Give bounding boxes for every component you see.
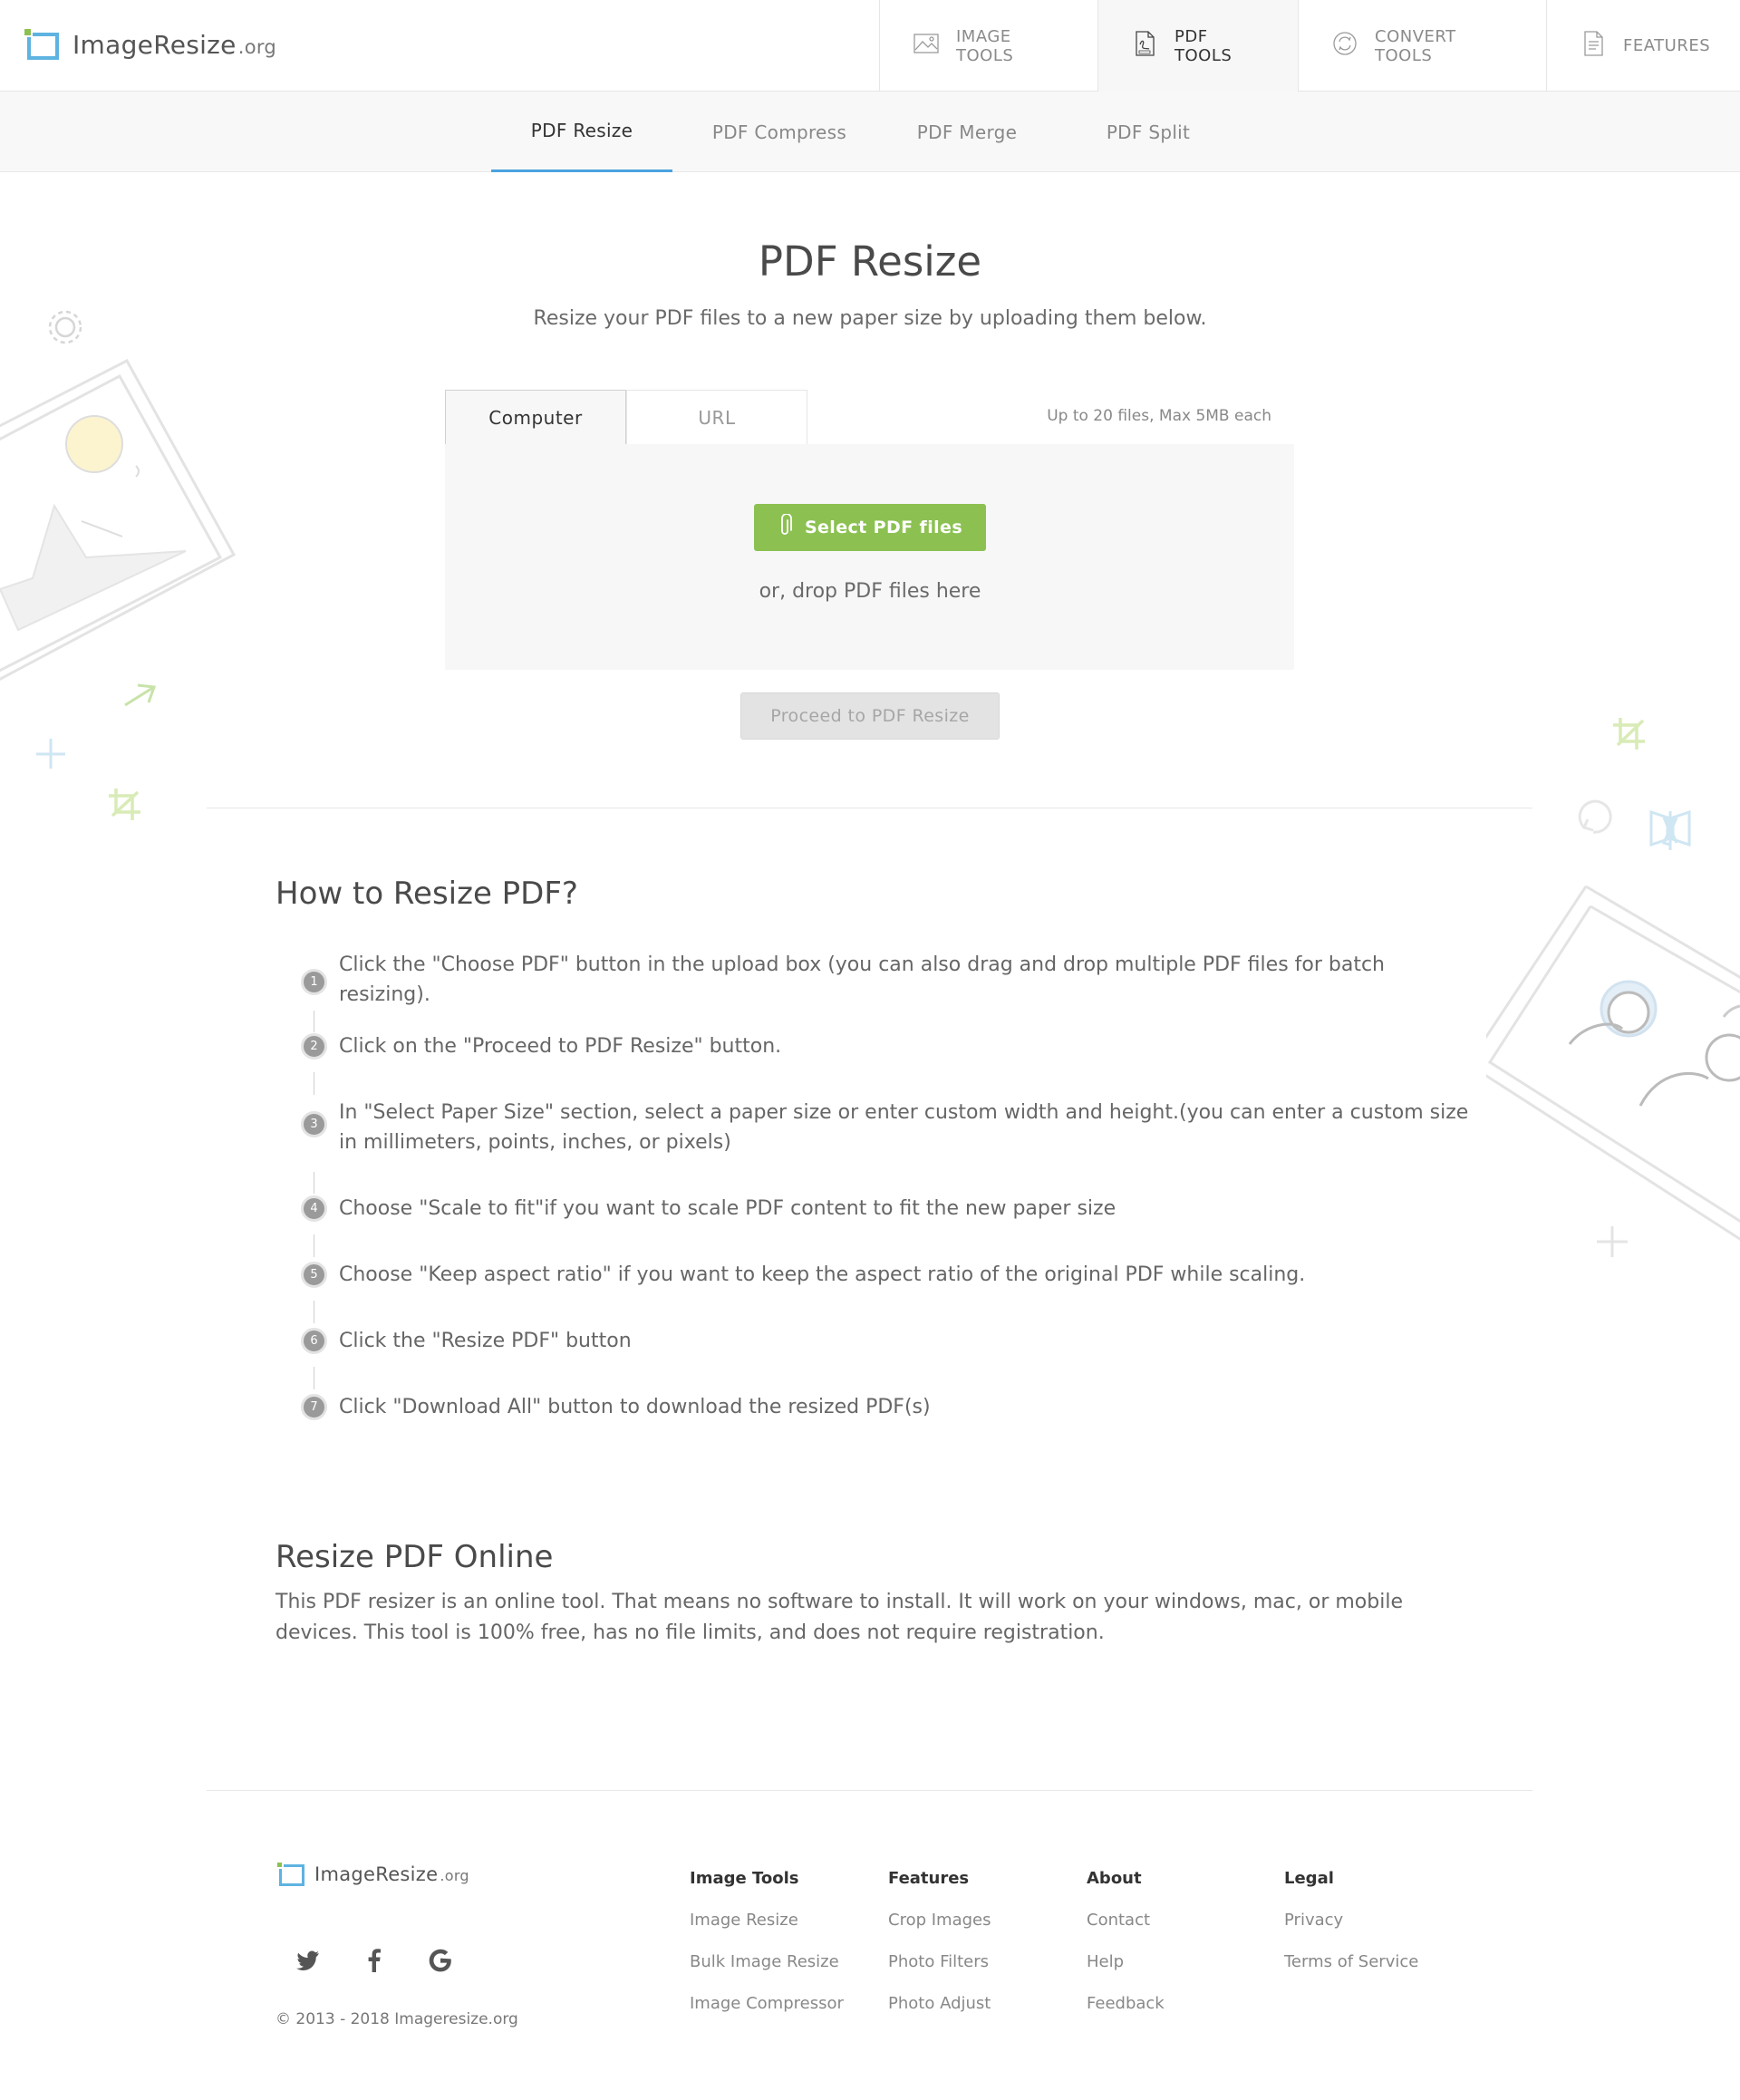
logo-icon [23,27,60,62]
tab-url[interactable]: URL [626,390,807,444]
arrow-icon [124,683,157,707]
howto-step: 7 Click "Download All" button to downloa… [301,1392,1479,1428]
document-icon [1580,30,1607,62]
howto-step: 5 Choose "Keep aspect ratio" if you want… [301,1260,1479,1326]
top-header: ImageResize.org IMAGE TOOLS PDF TOOLS CO… [0,0,1740,92]
footer-heading: Image Tools [690,1869,799,1888]
logo-text: ImageResize.org [72,29,277,60]
footer-link[interactable]: Help [1087,1952,1165,1974]
plus-icon [36,739,65,769]
footer-link[interactable]: Feedback [1087,1994,1165,2016]
nav-pdf-tools[interactable]: PDF TOOLS [1097,0,1298,92]
upload-limit-note: Up to 20 files, Max 5MB each [1047,407,1271,425]
crop-icon [109,789,140,820]
google-icon[interactable] [425,1945,456,1976]
file-drop-zone[interactable] [445,444,1294,670]
nav-convert-tools[interactable]: CONVERT TOOLS [1298,0,1546,92]
pdf-icon [1131,30,1158,62]
select-button-label: Select PDF files [804,518,963,537]
right-decor-illustration [1486,718,1740,1257]
footer-link[interactable]: Bulk Image Resize [690,1952,844,1974]
tab-computer[interactable]: Computer [445,390,626,444]
tab-pdf-resize[interactable]: PDF Resize [491,92,672,172]
step-text: Choose "Scale to fit"if you want to scal… [339,1197,1116,1220]
footer-link[interactable]: Image Compressor [690,1994,844,2016]
step-text: Choose "Keep aspect ratio" if you want t… [339,1263,1306,1286]
footer-heading: Features [888,1869,970,1888]
howto-step: 1 Click the "Choose PDF" button in the u… [301,950,1479,1032]
facebook-icon[interactable] [359,1945,390,1976]
footer-link[interactable]: Terms of Service [1284,1952,1418,1974]
footer-heading: Legal [1284,1869,1334,1888]
step-number: 6 [301,1328,327,1354]
footer-logo-text: ImageResize .org [314,1863,469,1885]
select-pdf-files-button[interactable]: Select PDF files [754,504,986,551]
footer-col-legal: Legal Privacy Terms of Service [1284,1869,1418,1974]
image-icon [913,30,940,62]
twitter-icon[interactable] [293,1945,324,1976]
proceed-button[interactable]: Proceed to PDF Resize [740,692,1000,740]
plus-icon [1597,1226,1628,1257]
footer-link[interactable]: Contact [1087,1911,1165,1932]
step-number: 4 [301,1195,327,1222]
nav-image-tools[interactable]: IMAGE TOOLS [879,0,1097,92]
step-number: 7 [301,1394,327,1420]
footer-logo[interactable]: ImageResize .org [276,1861,469,1888]
site-logo[interactable]: ImageResize.org [23,27,276,62]
drop-hint-text: or, drop PDF files here [759,580,981,603]
howto-step: 3 In "Select Paper Size" section, select… [301,1098,1479,1194]
step-text: In "Select Paper Size" section, select a… [339,1101,1469,1154]
footer-heading: About [1087,1869,1142,1888]
page-subtitle: Resize your PDF files to a new paper siz… [533,307,1207,330]
howto-title: How to Resize PDF? [276,876,578,912]
footer-col-image-tools: Image Tools Image Resize Bulk Image Resi… [690,1869,844,2016]
logo-icon [276,1861,304,1888]
upload-source-tabs: Computer URL [445,390,807,444]
online-description: This PDF resizer is an online tool. That… [276,1591,1403,1644]
footer-divider [207,1790,1532,1791]
step-text: Click "Download All" button to download … [339,1396,931,1418]
page-title: PDF Resize [758,237,982,285]
howto-step: 6 Click the "Resize PDF" button [301,1326,1479,1392]
flip-icon [1649,809,1691,850]
tab-pdf-split[interactable]: PDF Split [1058,92,1239,172]
step-text: Click the "Choose PDF" button in the upl… [339,953,1386,1006]
footer-link[interactable]: Crop Images [888,1911,991,1932]
paperclip-icon [778,512,792,542]
nav-features[interactable]: FEATURES [1546,0,1740,92]
step-number: 5 [301,1262,327,1288]
step-number: 3 [301,1111,327,1137]
howto-steps: 1 Click the "Choose PDF" button in the u… [301,950,1479,1428]
tab-pdf-compress[interactable]: PDF Compress [689,92,870,172]
footer-link[interactable]: Photo Filters [888,1952,991,1974]
step-number: 2 [301,1033,327,1060]
photo-frame-illustration [1486,885,1740,1241]
footer-col-features: Features Crop Images Photo Filters Photo… [888,1869,991,2016]
crop-icon [1613,718,1645,750]
left-decor-illustration [0,310,237,820]
footer-link[interactable]: Image Resize [690,1911,844,1932]
step-text: Click the "Resize PDF" button [339,1330,632,1352]
footer-link[interactable]: Photo Adjust [888,1994,991,2016]
tab-pdf-merge[interactable]: PDF Merge [876,92,1058,172]
howto-step: 4 Choose "Scale to fit"if you want to sc… [301,1194,1479,1260]
main-nav: IMAGE TOOLS PDF TOOLS CONVERT TOOLS FEAT… [879,0,1740,92]
step-number: 1 [301,969,327,995]
footer-col-about: About Contact Help Feedback [1087,1869,1165,2016]
rotate-icon [1578,799,1612,834]
people-illustration [1568,980,1740,1107]
photo-frame-illustration [0,359,237,682]
footer-link[interactable]: Privacy [1284,1911,1418,1932]
copyright-text: © 2013 - 2018 Imageresize.org [276,2010,518,2028]
howto-step: 2 Click on the "Proceed to PDF Resize" b… [301,1031,1479,1098]
online-title: Resize PDF Online [276,1539,554,1575]
step-text: Click on the "Proceed to PDF Resize" but… [339,1035,782,1058]
convert-icon [1331,30,1358,62]
pdf-tools-subnav: PDF Resize PDF Compress PDF Merge PDF Sp… [0,92,1740,172]
